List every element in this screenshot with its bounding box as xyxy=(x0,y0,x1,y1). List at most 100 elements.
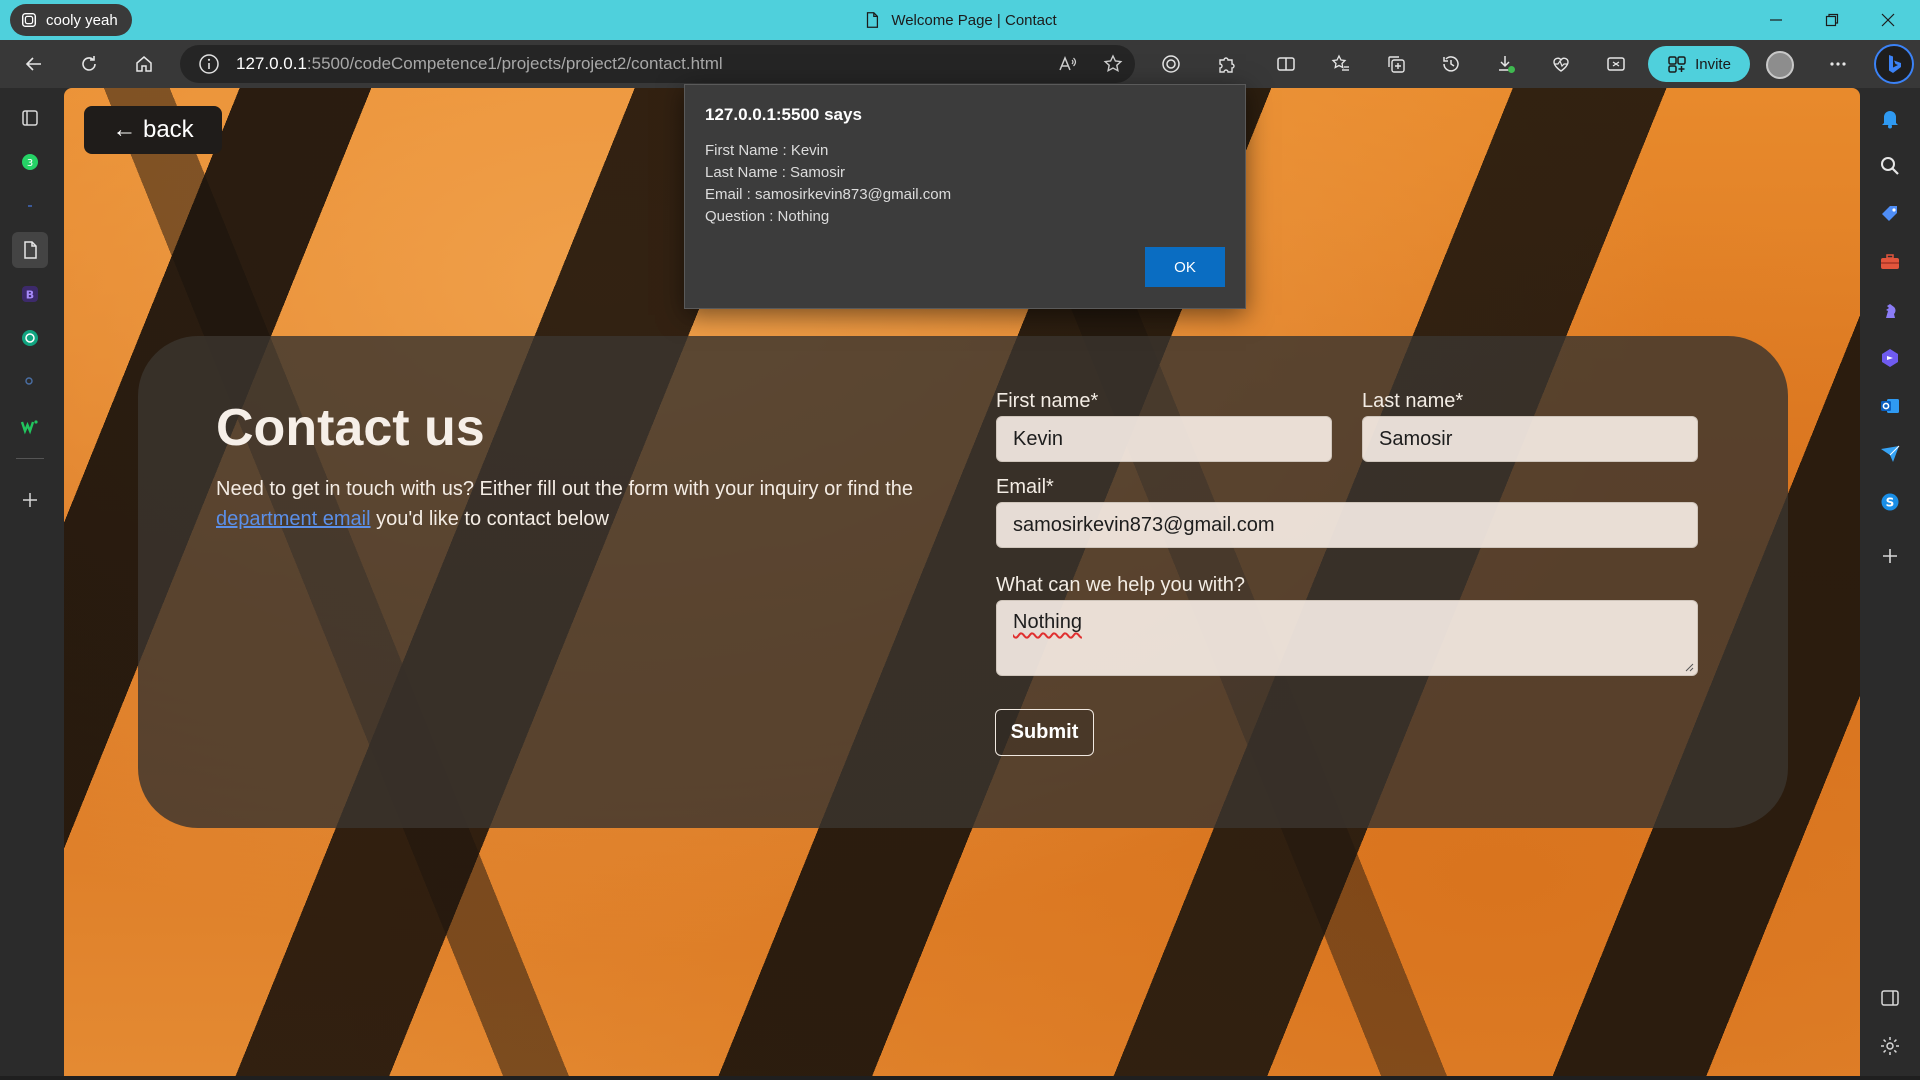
whatsapp-icon: 3 xyxy=(22,154,38,170)
screenshot-icon xyxy=(1607,57,1625,71)
avatar[interactable] xyxy=(1766,51,1794,79)
site-info-icon[interactable] xyxy=(198,53,220,75)
first-name-field[interactable]: Kevin xyxy=(996,416,1332,462)
extensions-button[interactable] xyxy=(1208,46,1244,82)
favorites-button[interactable] xyxy=(1323,46,1359,82)
tracking-button[interactable] xyxy=(1153,46,1189,82)
left-sidebar: 3 B xyxy=(0,88,64,1080)
hide-sidebar-button[interactable] xyxy=(1872,980,1908,1016)
downloads-button[interactable] xyxy=(1488,46,1524,82)
sidebar-item-page[interactable] xyxy=(12,232,48,268)
page-title: Contact us xyxy=(216,399,485,457)
profile-icon xyxy=(21,12,37,28)
sidebar-item-chatgpt[interactable] xyxy=(12,320,48,356)
favorites-list-icon xyxy=(1331,54,1349,71)
arrow-left-icon xyxy=(25,57,41,71)
alert-line-first-name: First Name : Kevin xyxy=(705,142,829,159)
messenger-icon xyxy=(28,205,32,207)
last-name-value: Samosir xyxy=(1379,427,1453,450)
profile-button[interactable]: cooly yeah xyxy=(10,4,132,36)
tools-button[interactable] xyxy=(1872,244,1908,280)
email-value: samosirkevin873@gmail.com xyxy=(1013,513,1275,536)
submit-button[interactable]: Submit xyxy=(995,709,1094,756)
close-icon xyxy=(1881,13,1895,27)
url-host: 127.0.0.1 xyxy=(236,54,307,73)
outlook-icon xyxy=(1881,399,1899,413)
question-textarea[interactable]: Nothing xyxy=(996,600,1698,676)
plus-icon xyxy=(1883,549,1897,563)
refresh-icon xyxy=(82,56,96,71)
profile-name: cooly yeah xyxy=(46,11,118,29)
restore-button[interactable] xyxy=(1804,0,1860,40)
split-screen-button[interactable] xyxy=(1268,46,1304,82)
sidebar-search-button[interactable] xyxy=(1872,148,1908,184)
bell-icon xyxy=(1882,111,1898,129)
description-text-start: Need to get in touch with us? Either fil… xyxy=(216,478,914,500)
skype-icon: S xyxy=(1881,493,1899,511)
minimize-icon xyxy=(1770,19,1782,21)
browser-toolbar: 127.0.0.1:5500/codeCompetence1/projects/… xyxy=(0,40,1920,88)
notifications-button[interactable] xyxy=(1872,100,1908,136)
copilot-icon xyxy=(1882,349,1898,367)
sidebar-item-bootstrap[interactable]: B xyxy=(12,276,48,312)
minimize-button[interactable] xyxy=(1748,0,1804,40)
svg-text:S: S xyxy=(1886,496,1895,510)
sidebar-item-whatsapp[interactable]: 3 xyxy=(12,144,48,180)
back-link-button[interactable]: ← back xyxy=(84,106,222,154)
address-actions xyxy=(1057,45,1123,83)
screenshot-button[interactable] xyxy=(1598,46,1634,82)
home-button[interactable] xyxy=(126,46,162,82)
back-nav-button[interactable] xyxy=(16,46,52,82)
invite-label: Invite xyxy=(1695,55,1731,73)
sidebar-item-search[interactable] xyxy=(12,364,48,400)
resize-grip-icon[interactable] xyxy=(1684,662,1694,672)
address-bar[interactable]: 127.0.0.1:5500/codeCompetence1/projects/… xyxy=(180,45,1135,83)
copilot-sidebar-button[interactable] xyxy=(1872,340,1908,376)
alert-line-last-name: Last Name : Samosir xyxy=(705,164,846,181)
bottom-edge xyxy=(0,1076,1920,1080)
search-icon xyxy=(1881,157,1899,175)
contact-card: Contact us Need to get in touch with us?… xyxy=(138,336,1788,828)
department-email-link[interactable]: department email xyxy=(216,508,371,530)
bootstrap-icon: B xyxy=(22,286,38,302)
alert-title: 127.0.0.1:5500 says xyxy=(705,105,862,124)
first-name-label: First name* xyxy=(996,390,1099,412)
search-small-icon xyxy=(25,377,33,385)
submit-label: Submit xyxy=(1010,721,1079,743)
right-sidebar: S xyxy=(1860,88,1920,1080)
alert-ok-button[interactable]: OK xyxy=(1145,247,1225,287)
last-name-field[interactable]: Samosir xyxy=(1362,416,1698,462)
toolbox-icon xyxy=(1881,254,1899,269)
history-button[interactable] xyxy=(1433,46,1469,82)
skype-button[interactable]: S xyxy=(1872,484,1908,520)
invite-button[interactable]: Invite xyxy=(1648,46,1750,82)
collections-icon xyxy=(1388,56,1405,73)
outlook-button[interactable] xyxy=(1872,388,1908,424)
settings-more-button[interactable] xyxy=(1820,46,1856,82)
games-button[interactable] xyxy=(1872,292,1908,328)
puzzle-icon xyxy=(1219,57,1235,73)
home-icon xyxy=(136,56,152,72)
tab-actions-button[interactable] xyxy=(12,100,48,136)
refresh-button[interactable] xyxy=(71,46,107,82)
sidebar-item-webflow[interactable] xyxy=(12,408,48,444)
add-sidebar-button[interactable] xyxy=(1872,538,1908,574)
copilot-button[interactable] xyxy=(1874,44,1914,84)
send-button[interactable] xyxy=(1872,436,1908,472)
shopping-button[interactable] xyxy=(1872,196,1908,232)
alert-dialog: 127.0.0.1:5500 says First Name : Kevin L… xyxy=(684,84,1246,309)
workspace-icon xyxy=(1668,56,1686,73)
email-field[interactable]: samosirkevin873@gmail.com xyxy=(996,502,1698,548)
sidebar-settings-button[interactable] xyxy=(1872,1028,1908,1064)
read-aloud-icon[interactable] xyxy=(1057,54,1077,74)
question-value: Nothing xyxy=(1013,611,1082,633)
close-button[interactable] xyxy=(1860,0,1916,40)
heart-pulse-icon xyxy=(1553,57,1569,72)
favorite-star-icon[interactable] xyxy=(1103,54,1123,74)
collections-button[interactable] xyxy=(1378,46,1414,82)
add-sidebar-app-button[interactable] xyxy=(12,482,48,518)
split-screen-icon xyxy=(1277,57,1295,71)
sidebar-item-messenger[interactable] xyxy=(12,188,48,224)
alert-line-question: Question : Nothing xyxy=(705,208,830,225)
browser-essentials-button[interactable] xyxy=(1543,46,1579,82)
